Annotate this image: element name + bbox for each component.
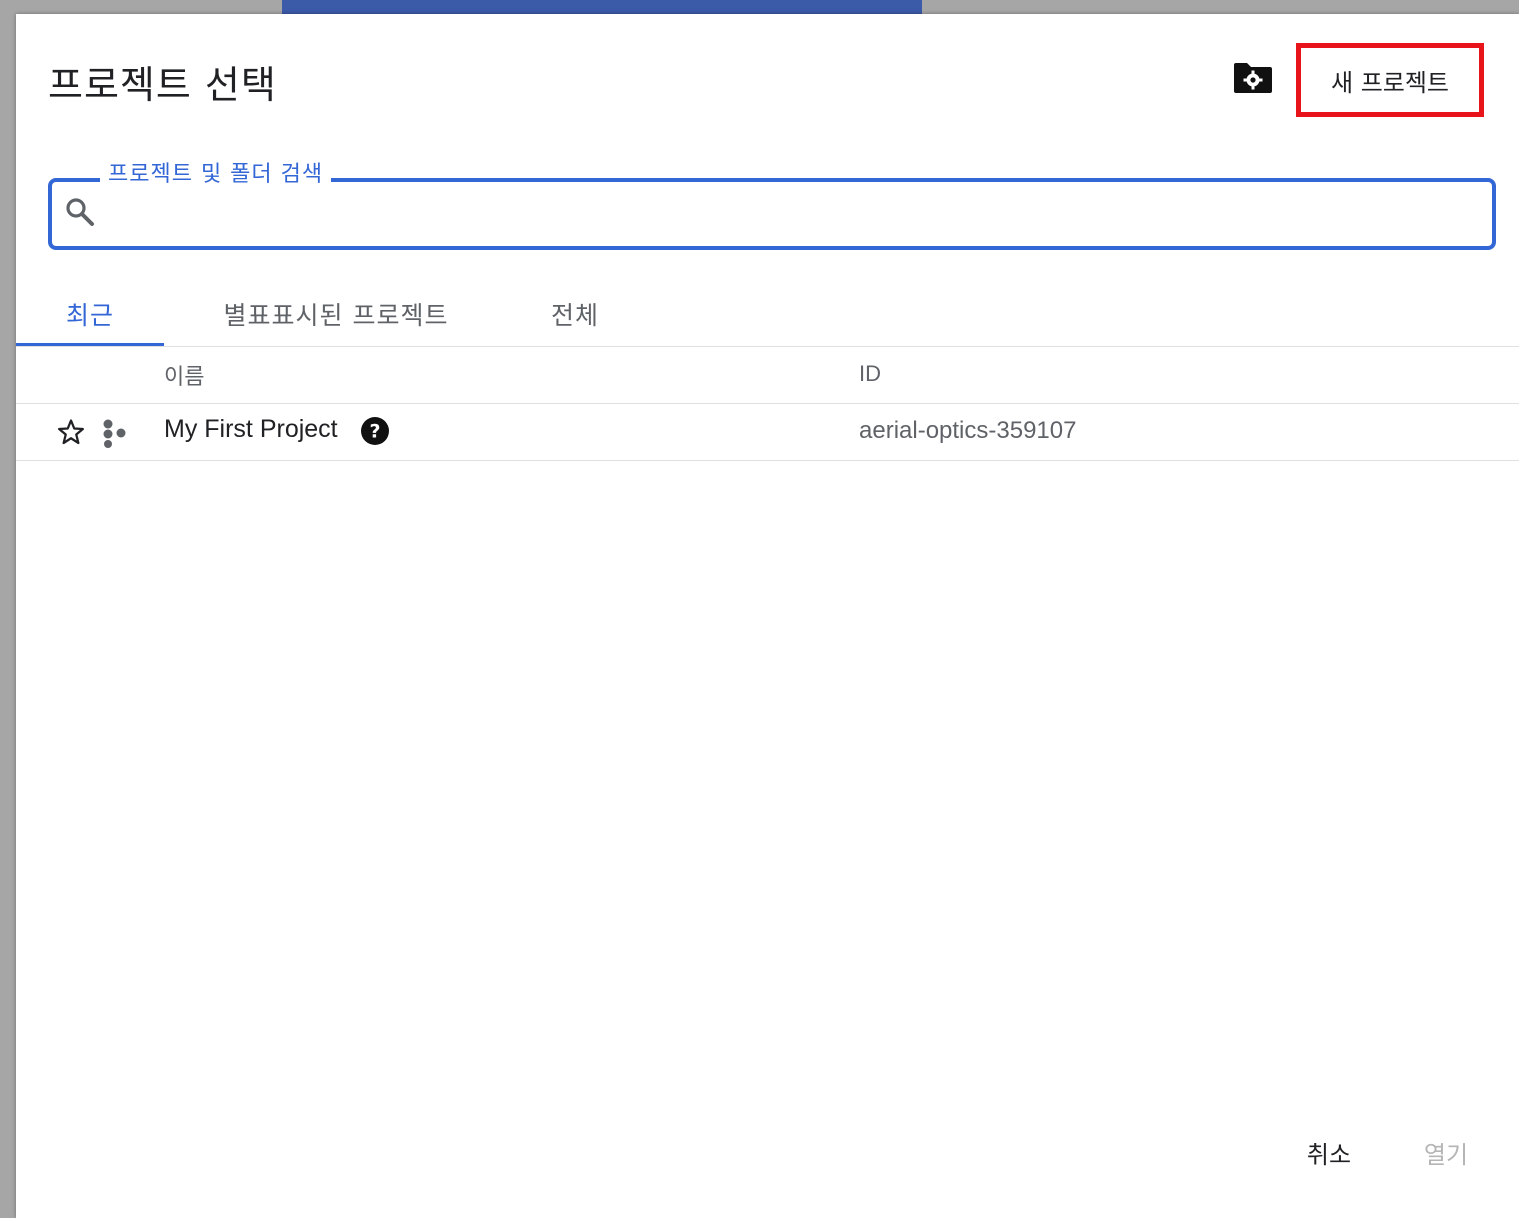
help-icon[interactable]: ? <box>360 416 390 446</box>
table-row[interactable]: My First Project ? aerial-optics-359107 <box>16 404 1519 461</box>
cancel-button[interactable]: 취소 <box>1284 1130 1374 1174</box>
tab-recent[interactable]: 최근 <box>16 284 164 346</box>
search-input[interactable] <box>102 192 1476 234</box>
dialog-title: 프로젝트 선택 <box>48 63 277 107</box>
tab-bar: 최근 별표표시된 프로젝트 전체 <box>16 284 1519 347</box>
star-outline-icon[interactable] <box>56 417 86 447</box>
svg-text:?: ? <box>369 421 380 443</box>
organization-icon <box>103 419 126 448</box>
search-field[interactable]: 프로젝트 및 폴더 검색 <box>48 156 1496 250</box>
table-header: 이름 ID <box>16 347 1519 404</box>
search-icon <box>66 198 94 226</box>
folder-settings-icon <box>1234 63 1272 93</box>
column-header-id: ID <box>859 361 881 386</box>
column-header-name: 이름 <box>164 365 205 390</box>
new-project-button[interactable]: 새 프로젝트 <box>1296 43 1484 117</box>
search-field-label: 프로젝트 및 폴더 검색 <box>100 156 332 188</box>
backdrop-banner <box>282 0 922 14</box>
select-project-dialog: 프로젝트 선택 새 프로젝트 프로젝트 및 폴더 검색 최근 별표표시된 프로젝… <box>16 14 1519 1218</box>
tab-starred[interactable]: 별표표시된 프로젝트 <box>202 284 470 344</box>
tab-all[interactable]: 전체 <box>532 284 618 344</box>
manage-resources-button[interactable] <box>1230 58 1276 98</box>
project-id: aerial-optics-359107 <box>859 417 1077 444</box>
open-button[interactable]: 열기 <box>1401 1130 1491 1174</box>
project-name[interactable]: My First Project <box>164 415 338 444</box>
